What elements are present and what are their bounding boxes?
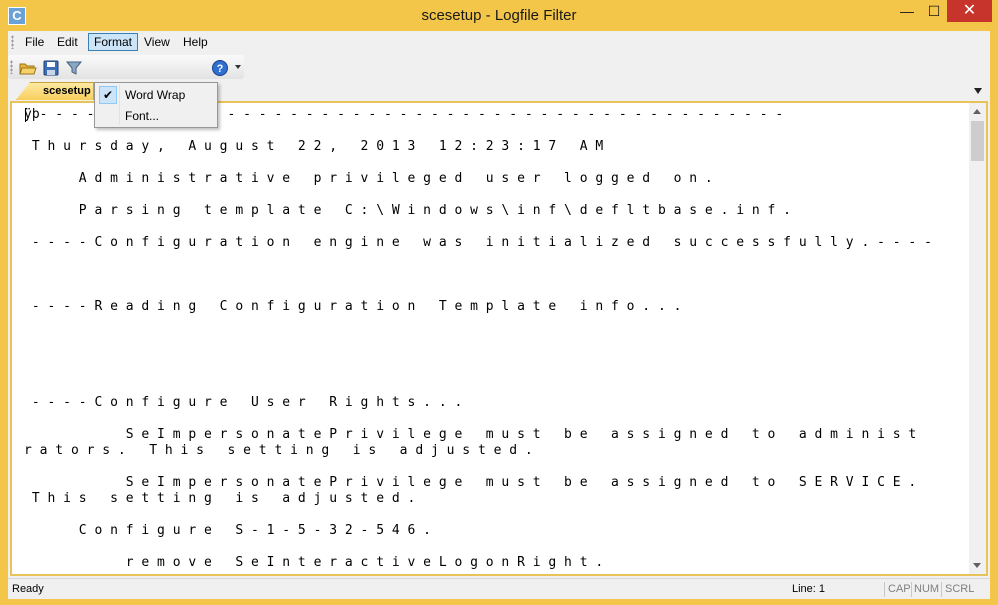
menu-help[interactable]: Help <box>178 33 213 51</box>
log-line: - - - - C o n f i g u r e U s e r R i g … <box>24 395 463 410</box>
menu-item-font[interactable]: Font... <box>97 106 215 126</box>
log-line: S e I m p e r s o n a t e P r i v i l e … <box>24 427 917 442</box>
title-bar[interactable]: C scesetup - Logfile Filter — ☐ ✕ <box>0 0 998 31</box>
scroll-thumb[interactable] <box>971 121 984 161</box>
menubar-grip-icon[interactable] <box>11 35 14 49</box>
toolbar: ? <box>8 54 990 80</box>
status-line: Line: 1 <box>792 583 826 595</box>
log-content: ÿþ- - - - - - - - - - - - - - - - - - - … <box>24 107 969 571</box>
word-wrap-label: Word Wrap <box>125 88 186 102</box>
toolbar-grip-icon[interactable] <box>10 60 13 74</box>
window-title: scesetup - Logfile Filter <box>421 7 577 24</box>
status-bar: Ready Line: 1 CAP NUM SCRL <box>8 578 990 599</box>
format-menu-dropdown: ✔ Word Wrap Font... <box>94 82 218 128</box>
check-icon: ✔ <box>99 86 117 104</box>
log-line: S e I m p e r s o n a t e P r i v i l e … <box>24 475 917 490</box>
menu-edit[interactable]: Edit <box>52 33 83 51</box>
log-line: - - - - C o n f i g u r a t i o n e n g … <box>24 235 932 250</box>
maximize-button[interactable]: ☐ <box>921 0 947 22</box>
log-text-area[interactable]: ÿþ- - - - - - - - - - - - - - - - - - - … <box>10 101 988 576</box>
vertical-scrollbar[interactable] <box>969 103 986 574</box>
client-area: File Edit Format View Help ? scesetup ÿþ… <box>8 31 990 599</box>
status-separator <box>941 582 942 597</box>
scroll-down-icon[interactable] <box>973 563 981 568</box>
svg-text:?: ? <box>217 63 224 75</box>
status-cap: CAP <box>888 583 911 595</box>
app-window: C scesetup - Logfile Filter — ☐ ✕ File E… <box>0 0 998 605</box>
log-line: r a t o r s . T h i s s e t t i n g i s … <box>24 443 533 458</box>
log-line: T h u r s d a y , A u g u s t 2 2 , 2 0 … <box>24 139 604 154</box>
text-caret <box>25 108 26 122</box>
menu-format[interactable]: Format <box>88 33 139 51</box>
status-scrl: SCRL <box>945 583 975 595</box>
log-line: r e m o v e S e I n t e r a c t i v e L … <box>24 555 604 570</box>
log-line: - - - - R e a d i n g C o n f i g u r a … <box>24 299 682 314</box>
font-label: Font... <box>125 109 160 123</box>
help-icon[interactable]: ? <box>210 58 230 78</box>
log-line: T h i s s e t t i n g i s a d j u s t e … <box>24 491 416 506</box>
toolbar-strip: ? <box>8 55 244 79</box>
close-button[interactable]: ✕ <box>947 0 992 22</box>
log-line: A d m i n i s t r a t i v e p r i v i l … <box>24 171 713 186</box>
tab-scesetup[interactable]: scesetup <box>16 82 94 100</box>
menu-bar: File Edit Format View Help <box>8 31 990 53</box>
log-line: C o n f i g u r e S - 1 - 5 - 3 2 - 5 4 … <box>24 523 431 538</box>
status-num: NUM <box>914 583 940 595</box>
tab-list-chevron-down-icon[interactable] <box>974 88 982 94</box>
scroll-up-icon[interactable] <box>973 109 981 114</box>
open-folder-icon[interactable] <box>18 58 38 78</box>
menu-item-word-wrap[interactable]: ✔ Word Wrap <box>97 85 215 105</box>
status-text: Ready <box>12 583 44 595</box>
save-icon[interactable] <box>41 58 61 78</box>
log-line: P a r s i n g t e m p l a t e C : \ W i … <box>24 203 792 218</box>
status-separator <box>884 582 885 597</box>
menu-file[interactable]: File <box>20 33 49 51</box>
menu-view[interactable]: View <box>139 33 175 51</box>
minimize-button[interactable]: — <box>893 0 921 22</box>
filter-icon[interactable] <box>64 58 84 78</box>
toolbar-overflow-icon[interactable] <box>235 65 241 69</box>
status-separator <box>911 582 912 597</box>
